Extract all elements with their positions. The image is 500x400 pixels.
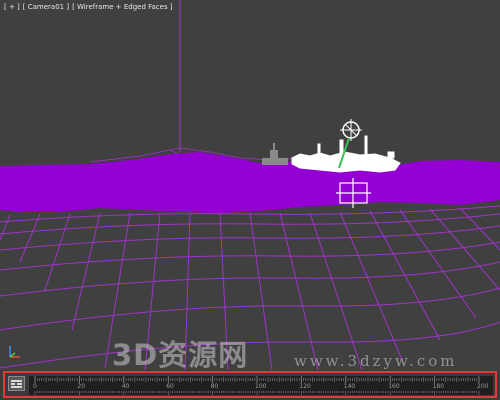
ruler-label: 180	[432, 383, 445, 390]
timeline-panel: 0 20 40 60 80 100 120 140 160 180 200	[3, 371, 497, 398]
ruler-label: 0	[33, 383, 37, 390]
terrain-band	[0, 152, 500, 213]
watermark-url: www.3dzyw.com	[294, 352, 458, 370]
ground-grid	[0, 205, 500, 370]
gray-ship-model	[262, 143, 288, 165]
timeline-toggle-button[interactable]	[8, 376, 25, 391]
xyz-axis-icon	[9, 346, 20, 358]
viewport-scene	[0, 0, 500, 370]
timeline-toggle-icon	[11, 379, 22, 388]
ruler-label: 40	[121, 383, 130, 390]
ruler-label: 140	[343, 383, 356, 390]
ruler-label: 120	[299, 383, 311, 390]
ship-model[interactable]	[291, 135, 401, 173]
ruler-label: 100	[255, 383, 267, 390]
viewport-shading-menu[interactable]: [ Wireframe + Edged Faces ]	[72, 3, 173, 11]
time-slider-track[interactable]: 0 20 40 60 80 100 120 140 160 180 200	[29, 376, 493, 395]
viewport-label[interactable]: [ + ] [ Camera01 ] [ Wireframe + Edged F…	[4, 3, 173, 11]
ruler-label: 160	[388, 383, 400, 390]
camera-viewport[interactable]: [ + ] [ Camera01 ] [ Wireframe + Edged F…	[0, 0, 500, 370]
ruler-label: 20	[77, 383, 86, 390]
camera-target-box[interactable]	[336, 178, 371, 208]
ruler-label: 200	[477, 383, 489, 390]
viewport-menu-plus[interactable]: [ + ]	[4, 3, 20, 11]
ruler-label: 80	[210, 383, 219, 390]
watermark-logo-cn: 3D资源网	[112, 338, 249, 370]
ruler-label: 60	[166, 383, 174, 390]
viewport-camera-menu[interactable]: [ Camera01 ]	[23, 3, 69, 11]
